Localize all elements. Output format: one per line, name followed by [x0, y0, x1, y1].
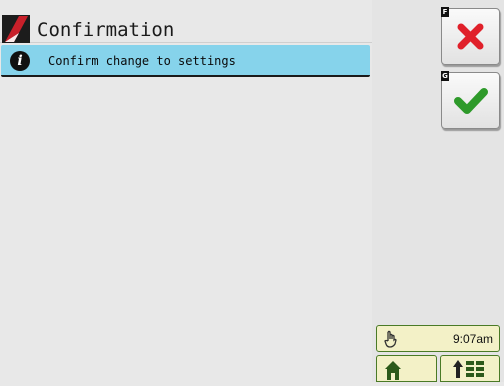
check-icon — [454, 88, 488, 114]
brand-logo-icon — [2, 15, 30, 43]
up-arrow-grid-menu-icon — [453, 360, 484, 378]
menu-grid-button[interactable] — [440, 355, 500, 382]
info-icon: i — [10, 51, 30, 71]
message-text: Confirm change to settings — [48, 54, 236, 68]
confirm-button[interactable] — [441, 72, 500, 129]
header-bar: Confirmation — [0, 6, 376, 43]
softkey-label-g: G — [441, 71, 449, 81]
clock-time: 9:07am — [452, 332, 493, 346]
operator-hand-icon — [384, 330, 397, 348]
close-icon — [457, 23, 484, 50]
home-icon — [385, 361, 401, 380]
message-bar: i Confirm change to settings — [1, 45, 370, 77]
home-button[interactable] — [376, 355, 437, 382]
page-title: Confirmation — [37, 19, 175, 41]
status-bar: 9:07am — [376, 325, 500, 352]
softkey-label-f: F — [441, 7, 449, 17]
cancel-button[interactable] — [441, 8, 500, 65]
